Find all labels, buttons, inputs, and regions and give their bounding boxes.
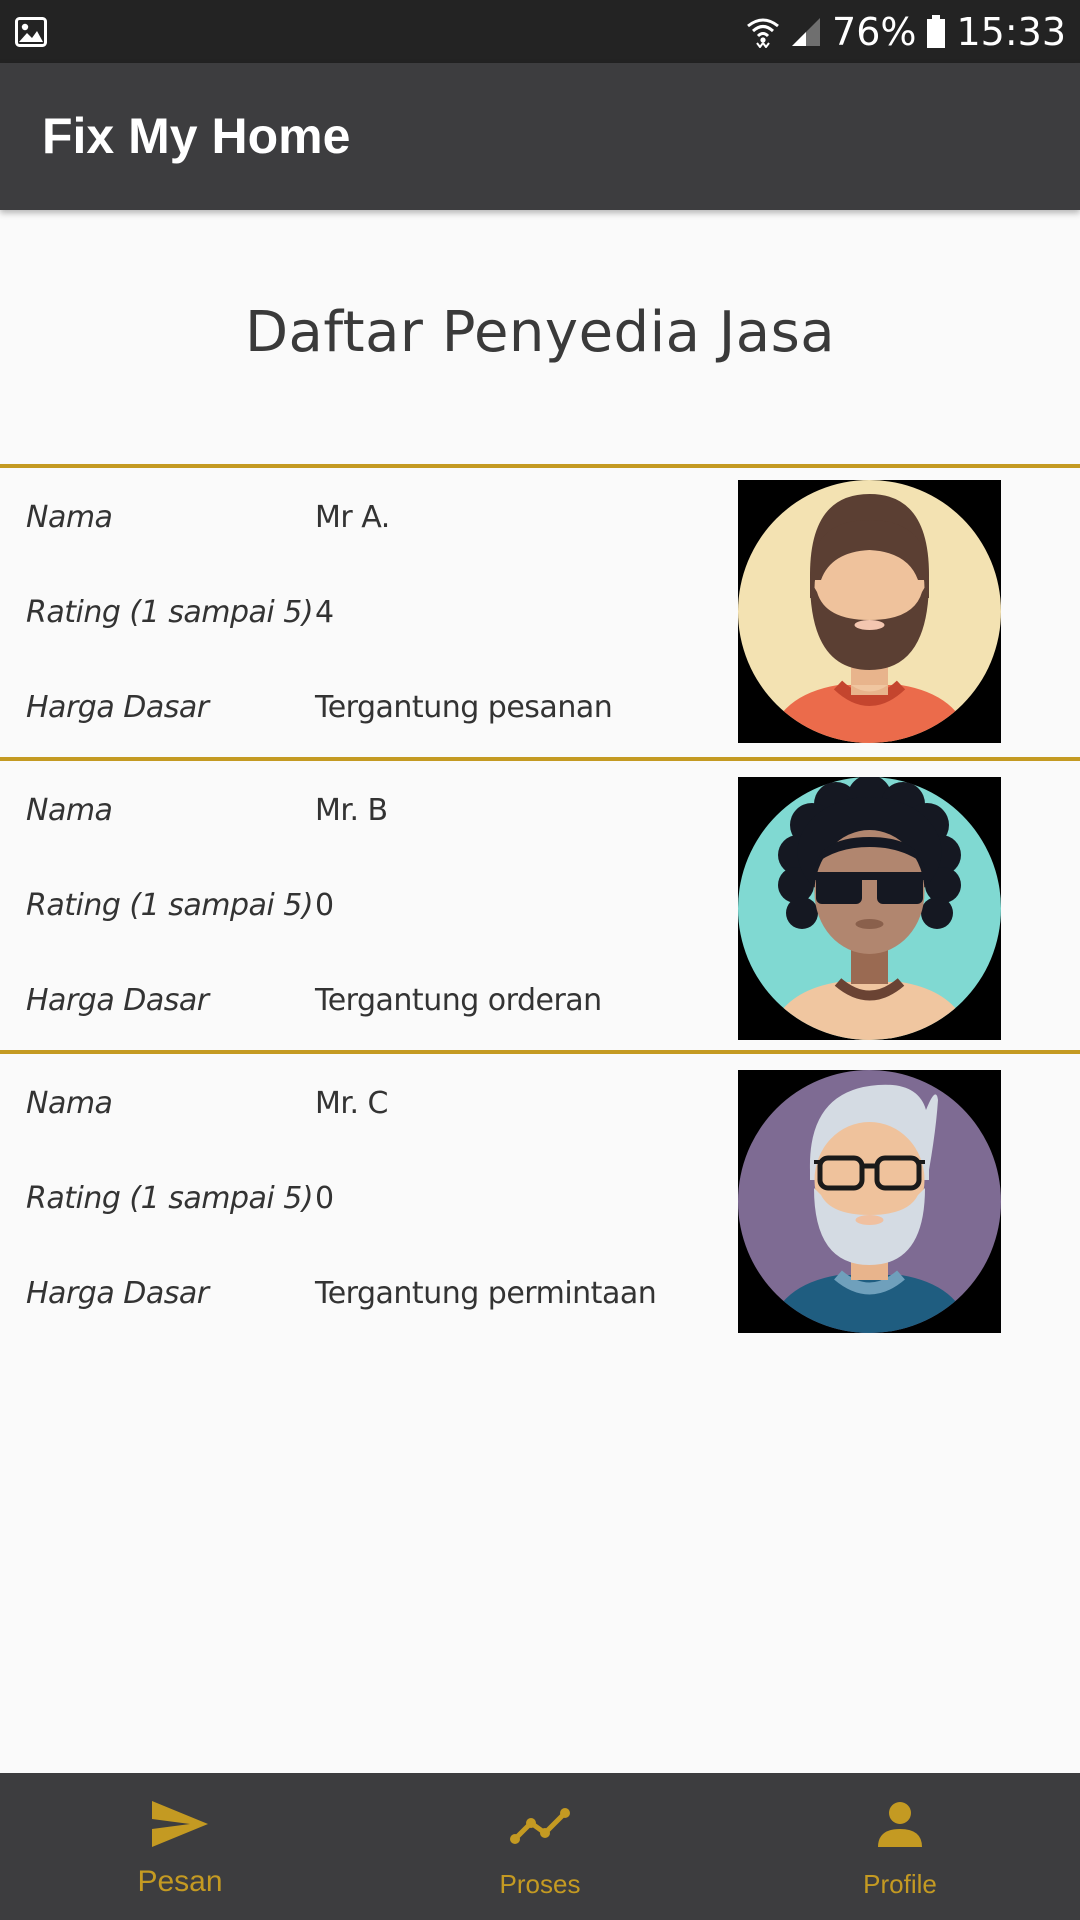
rating-row: Rating (1 sampai 5) 0 <box>0 888 720 938</box>
provider-name: Mr. C <box>315 1086 388 1121</box>
provider-card[interactable]: Nama Mr A. Rating (1 sampai 5) 4 Harga D… <box>0 464 1080 754</box>
nav-label-proses: Proses <box>499 1869 581 1899</box>
divider <box>0 757 1080 761</box>
name-label: Nama <box>26 500 113 535</box>
name-row: Nama Mr. C <box>0 1086 720 1136</box>
wifi-icon <box>746 16 780 48</box>
provider-rating: 0 <box>315 1181 334 1216</box>
status-bar: 76% 15:33 <box>0 0 1080 63</box>
clock: 15:33 <box>956 9 1066 54</box>
provider-rating: 4 <box>315 595 334 630</box>
image-icon <box>15 17 47 52</box>
battery-icon <box>926 14 946 49</box>
bearded-man-avatar-icon <box>738 480 1001 743</box>
nav-item-profile[interactable]: Profile <box>720 1773 1080 1920</box>
price-row: Harga Dasar Tergantung pesanan <box>0 690 720 740</box>
price-label: Harga Dasar <box>26 1276 209 1311</box>
provider-name: Mr. B <box>315 793 388 828</box>
name-row: Nama Mr A. <box>0 500 720 550</box>
rating-label: Rating (1 sampai 5) <box>26 1181 314 1216</box>
price-label: Harga Dasar <box>26 983 209 1018</box>
name-label: Nama <box>26 1086 113 1121</box>
send-icon <box>0 1799 360 1849</box>
name-label: Nama <box>26 793 113 828</box>
person-icon <box>720 1801 1080 1849</box>
app-bar: Fix My Home <box>0 63 1080 210</box>
rating-label: Rating (1 sampai 5) <box>26 888 314 923</box>
rating-row: Rating (1 sampai 5) 0 <box>0 1181 720 1231</box>
curly-hair-sunglasses-avatar-icon <box>738 777 1001 1040</box>
signal-icon <box>790 16 822 48</box>
price-row: Harga Dasar Tergantung permintaan <box>0 1276 720 1326</box>
battery-level: 76% <box>832 9 917 54</box>
provider-price: Tergantung pesanan <box>315 690 613 725</box>
provider-price: Tergantung orderan <box>315 983 602 1018</box>
provider-card[interactable]: Nama Mr. B Rating (1 sampai 5) 0 Harga D… <box>0 757 1080 1047</box>
nav-item-proses[interactable]: Proses <box>360 1773 720 1920</box>
nav-item-pesan[interactable]: Pesan <box>0 1773 360 1920</box>
nav-label-profile: Profile <box>863 1869 937 1899</box>
nav-label-pesan: Pesan <box>137 1865 223 1898</box>
name-row: Nama Mr. B <box>0 793 720 843</box>
app-title: Fix My Home <box>42 108 351 164</box>
trend-icon <box>360 1805 720 1847</box>
page-title: Daftar Penyedia Jasa <box>244 300 836 365</box>
provider-price: Tergantung permintaan <box>315 1276 657 1311</box>
divider <box>0 1050 1080 1054</box>
price-label: Harga Dasar <box>26 690 209 725</box>
bottom-navigation: Pesan Proses Profile <box>0 1773 1080 1920</box>
rating-row: Rating (1 sampai 5) 4 <box>0 595 720 645</box>
rating-label: Rating (1 sampai 5) <box>26 595 314 630</box>
price-row: Harga Dasar Tergantung orderan <box>0 983 720 1033</box>
provider-name: Mr A. <box>315 500 390 535</box>
divider <box>0 464 1080 468</box>
old-man-glasses-avatar-icon <box>738 1070 1001 1333</box>
provider-rating: 0 <box>315 888 334 923</box>
provider-card[interactable]: Nama Mr. C Rating (1 sampai 5) 0 Harga D… <box>0 1050 1080 1340</box>
